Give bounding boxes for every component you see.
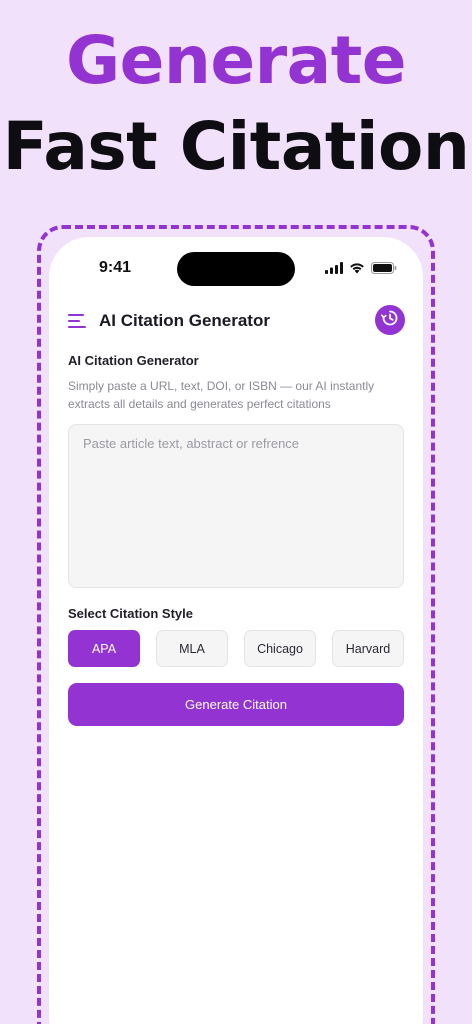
citation-style-label: Select Citation Style: [68, 606, 193, 621]
history-button[interactable]: [375, 305, 405, 335]
generate-citation-button[interactable]: Generate Citation: [68, 683, 404, 726]
app-title: AI Citation Generator: [99, 311, 270, 330]
section-title: AI Citation Generator: [68, 353, 199, 368]
style-option-apa[interactable]: APA: [68, 630, 140, 667]
phone-screen: 9:41 AI Citation Generator AI Citation G…: [49, 237, 423, 1024]
hero-title-line2: Fast Citation: [2, 108, 470, 185]
style-option-mla[interactable]: MLA: [156, 630, 228, 667]
app-header: AI Citation Generator: [67, 303, 405, 339]
dynamic-island: [177, 252, 295, 286]
status-time: 9:41: [99, 259, 132, 276]
style-option-harvard[interactable]: Harvard: [332, 630, 404, 667]
wifi-icon: [349, 261, 365, 279]
section-description: Simply paste a URL, text, DOI, or ISBN —…: [68, 379, 375, 411]
citation-text-input[interactable]: Paste article text, abstract or refrence: [68, 424, 404, 588]
signal-icon: [325, 261, 343, 279]
style-option-chicago[interactable]: Chicago: [244, 630, 316, 667]
citation-style-selector: APA MLA Chicago Harvard: [68, 630, 404, 667]
history-icon: [381, 309, 399, 332]
battery-icon: [371, 261, 397, 279]
menu-icon[interactable]: [67, 310, 89, 332]
status-icons: [325, 261, 397, 279]
hero-title-line1: Generate: [65, 22, 407, 99]
